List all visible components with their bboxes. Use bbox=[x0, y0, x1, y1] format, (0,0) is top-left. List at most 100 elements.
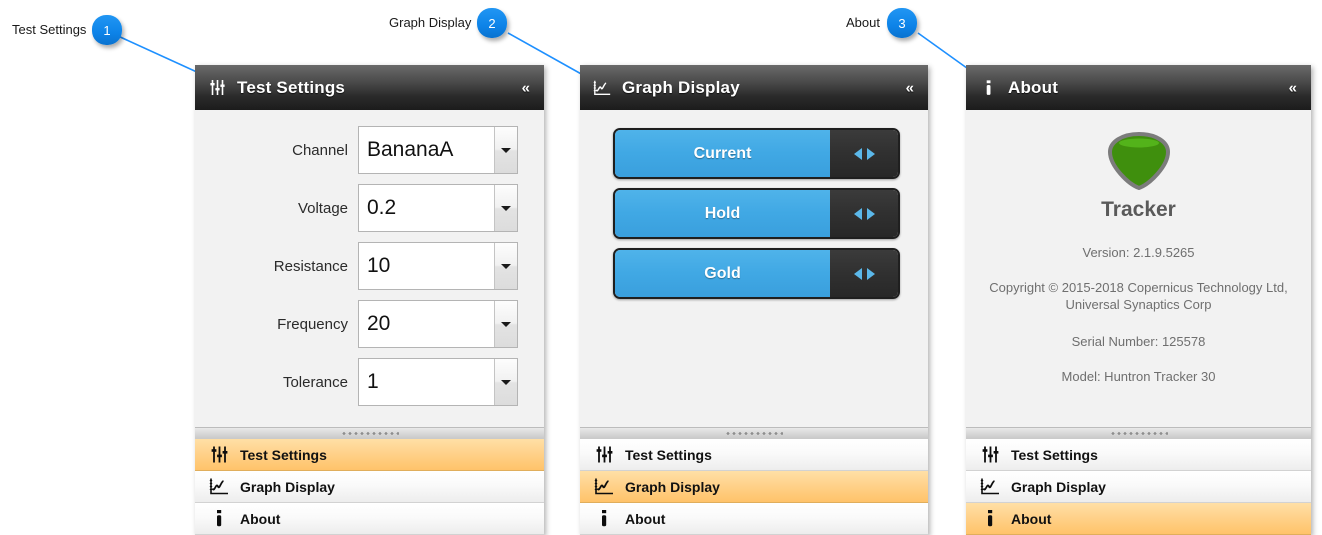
field-label-voltage: Voltage bbox=[297, 199, 348, 217]
graph-button-gold-stepper[interactable] bbox=[830, 250, 898, 297]
collapse-icon[interactable]: « bbox=[1289, 80, 1297, 95]
graph-button-gold-label[interactable]: Gold bbox=[615, 250, 830, 297]
frequency-combobox[interactable]: 20 bbox=[358, 300, 518, 348]
about-app-name: Tracker bbox=[1101, 198, 1176, 221]
panel-grip-handle[interactable] bbox=[966, 427, 1311, 439]
sidebar-item-about[interactable]: About bbox=[966, 503, 1311, 535]
arrow-right-icon bbox=[866, 147, 875, 160]
field-label-channel: Channel bbox=[292, 141, 348, 159]
form-row-frequency: Frequency 20 bbox=[195, 300, 544, 348]
sidebar-item-label: Graph Display bbox=[1011, 478, 1106, 495]
graph-button-current-stepper[interactable] bbox=[830, 130, 898, 177]
graph-button-current-label[interactable]: Current bbox=[615, 130, 830, 177]
graph-icon bbox=[592, 476, 616, 498]
channel-value: BananaA bbox=[359, 127, 494, 173]
sidebar-item-label: About bbox=[625, 510, 666, 527]
panel-header-graph-display: Graph Display « bbox=[580, 65, 928, 110]
panel-header-test-settings: Test Settings « bbox=[195, 65, 544, 110]
arrow-left-icon bbox=[853, 147, 862, 160]
sliders-icon bbox=[592, 444, 616, 466]
sidebar-item-graph-display[interactable]: Graph Display bbox=[580, 471, 928, 503]
chevron-down-icon[interactable] bbox=[494, 301, 517, 347]
channel-combobox[interactable]: BananaA bbox=[358, 126, 518, 174]
graph-button-hold[interactable]: Hold bbox=[613, 188, 900, 239]
panel-grip-handle[interactable] bbox=[195, 427, 544, 439]
sidebar-item-label: Test Settings bbox=[625, 446, 712, 463]
panel-grip-handle[interactable] bbox=[580, 427, 928, 439]
resistance-combobox[interactable]: 10 bbox=[358, 242, 518, 290]
form-row-tolerance: Tolerance 1 bbox=[195, 358, 544, 406]
chevron-down-icon[interactable] bbox=[494, 359, 517, 405]
voltage-value: 0.2 bbox=[359, 185, 494, 231]
collapse-icon[interactable]: « bbox=[522, 80, 530, 95]
graph-icon bbox=[978, 476, 1002, 498]
tolerance-value: 1 bbox=[359, 359, 494, 405]
panel-body-graph-display: Current Hold Gold bbox=[580, 110, 928, 427]
panel1-tab-list: Test Settings Graph Display About bbox=[195, 439, 544, 535]
graph-icon bbox=[207, 476, 231, 498]
graph-icon bbox=[592, 76, 612, 100]
field-label-resistance: Resistance bbox=[273, 257, 348, 275]
panel-title: Graph Display bbox=[622, 77, 740, 97]
sidebar-item-graph-display[interactable]: Graph Display bbox=[966, 471, 1311, 503]
callout-label-3: About bbox=[846, 15, 880, 30]
frequency-value: 20 bbox=[359, 301, 494, 347]
callout-label-1: Test Settings bbox=[12, 22, 87, 37]
panel-body-about: Tracker Version: 2.1.9.5265 Copyright © … bbox=[966, 110, 1311, 427]
sliders-icon bbox=[207, 444, 231, 466]
form-row-channel: Channel BananaA bbox=[195, 126, 544, 174]
graph-button-gold[interactable]: Gold bbox=[613, 248, 900, 299]
callout-label-2: Graph Display bbox=[389, 15, 472, 30]
tracker-logo-icon bbox=[1104, 130, 1174, 192]
panel2-tab-list: Test Settings Graph Display About bbox=[580, 439, 928, 535]
sidebar-item-test-settings[interactable]: Test Settings bbox=[195, 439, 544, 471]
chevron-down-icon[interactable] bbox=[494, 185, 517, 231]
panel-title: Test Settings bbox=[237, 77, 346, 97]
info-icon bbox=[978, 76, 998, 100]
sidebar-item-test-settings[interactable]: Test Settings bbox=[966, 439, 1311, 471]
about-version: Version: 2.1.9.5265 bbox=[1082, 245, 1195, 260]
sidebar-item-about[interactable]: About bbox=[580, 503, 928, 535]
field-label-tolerance: Tolerance bbox=[282, 373, 348, 391]
panel-about: About « Tracker Version: 2.1.9.5265 Copy… bbox=[966, 65, 1311, 535]
panel-test-settings: Test Settings « Channel BananaA Voltage … bbox=[195, 65, 544, 535]
grip-dots-icon bbox=[1109, 432, 1168, 435]
panel-header-about: About « bbox=[966, 65, 1311, 110]
voltage-combobox[interactable]: 0.2 bbox=[358, 184, 518, 232]
callout-badge-3[interactable]: 3 bbox=[887, 8, 917, 38]
graph-button-hold-label[interactable]: Hold bbox=[615, 190, 830, 237]
chevron-down-icon[interactable] bbox=[494, 243, 517, 289]
about-copyright: Copyright © 2015-2018 Copernicus Technol… bbox=[989, 280, 1288, 312]
graph-button-current[interactable]: Current bbox=[613, 128, 900, 179]
arrow-right-icon bbox=[866, 267, 875, 280]
sidebar-item-label: Graph Display bbox=[240, 478, 335, 495]
about-model: Model: Huntron Tracker 30 bbox=[1061, 369, 1216, 384]
sidebar-item-label: Test Settings bbox=[1011, 446, 1098, 463]
sidebar-item-about[interactable]: About bbox=[195, 503, 544, 535]
sliders-icon bbox=[207, 76, 227, 100]
panel-title: About bbox=[1008, 77, 1059, 97]
sidebar-item-test-settings[interactable]: Test Settings bbox=[580, 439, 928, 471]
panel3-tab-list: Test Settings Graph Display About bbox=[966, 439, 1311, 535]
graph-button-hold-stepper[interactable] bbox=[830, 190, 898, 237]
panel-body-test-settings: Channel BananaA Voltage 0.2 Resistance 1… bbox=[195, 110, 544, 427]
field-label-frequency: Frequency bbox=[277, 315, 348, 333]
info-icon bbox=[207, 508, 231, 530]
form-row-resistance: Resistance 10 bbox=[195, 242, 544, 290]
sidebar-item-label: Test Settings bbox=[240, 446, 327, 463]
sidebar-item-label: Graph Display bbox=[625, 478, 720, 495]
sidebar-item-label: About bbox=[240, 510, 281, 527]
sidebar-item-graph-display[interactable]: Graph Display bbox=[195, 471, 544, 503]
collapse-icon[interactable]: « bbox=[906, 80, 914, 95]
sliders-icon bbox=[978, 444, 1002, 466]
tolerance-combobox[interactable]: 1 bbox=[358, 358, 518, 406]
sidebar-item-label: About bbox=[1011, 510, 1052, 527]
arrow-right-icon bbox=[866, 207, 875, 220]
callout-badge-1[interactable]: 1 bbox=[92, 15, 122, 45]
callout-badge-2[interactable]: 2 bbox=[477, 8, 507, 38]
about-serial-number: Serial Number: 125578 bbox=[1071, 334, 1206, 349]
arrow-left-icon bbox=[853, 267, 862, 280]
chevron-down-icon[interactable] bbox=[494, 127, 517, 173]
panel-graph-display: Graph Display « Current Hold Gold Test S… bbox=[580, 65, 928, 535]
info-icon bbox=[592, 508, 616, 530]
